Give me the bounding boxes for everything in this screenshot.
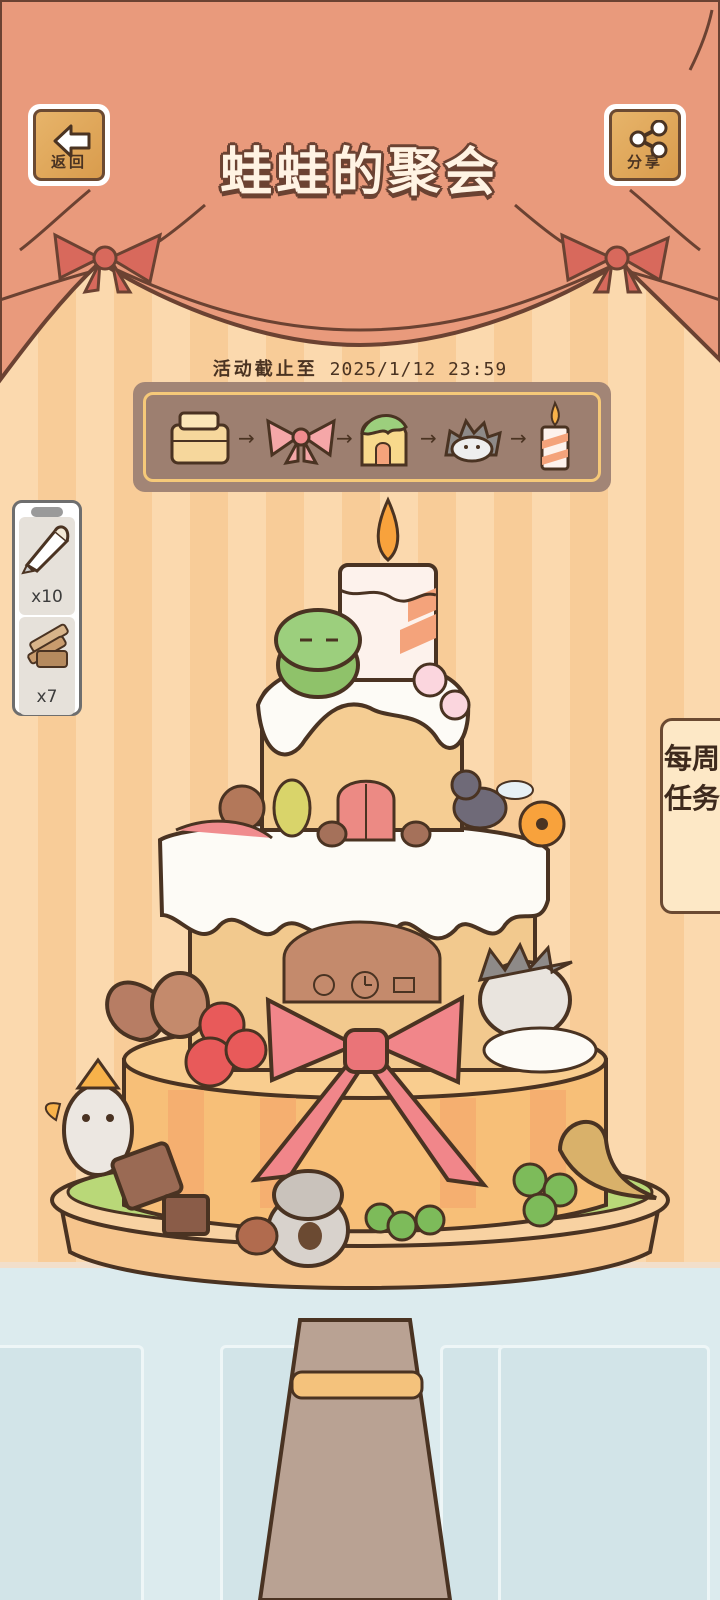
game-scene: 返回 蛙蛙的聚会 分享 活动截止至 2025/1/12 23:59 → → → … <box>0 0 720 1600</box>
cake-stand-column <box>257 1318 453 1600</box>
arrow-right-icon: → <box>238 426 255 450</box>
deadline-value: 2025/1/12 23:59 <box>329 359 508 380</box>
candle-icon <box>540 400 570 471</box>
hamster-character <box>266 1169 350 1268</box>
acorn-decoration <box>235 1216 279 1256</box>
bow-icon <box>266 418 336 465</box>
event-deadline: 活动截止至 2025/1/12 23:59 <box>0 355 720 381</box>
bird-character <box>272 778 312 838</box>
snail-character <box>175 784 273 840</box>
arrow-right-icon: → <box>510 426 527 450</box>
hedgehog-icon <box>444 417 502 463</box>
orange-flower-decoration <box>518 800 566 848</box>
candle-flame <box>376 496 400 562</box>
squirrel-character <box>105 971 210 1043</box>
cake-sign <box>282 920 442 1004</box>
hedgehog-character <box>477 941 573 1040</box>
share-button[interactable]: 分享 <box>604 104 686 186</box>
arrow-right-icon: → <box>420 426 437 450</box>
deadline-label: 活动截止至 <box>212 359 318 380</box>
cake-stand-ring <box>290 1370 424 1400</box>
cake-illustration <box>45 496 670 1600</box>
cream-decoration <box>482 1026 598 1074</box>
arrow-right-icon: → <box>336 426 353 450</box>
frog-character <box>274 608 362 699</box>
cake-house-icon <box>360 414 408 467</box>
decoration-progress: → → → → <box>133 382 611 492</box>
cake-base-icon <box>170 411 230 465</box>
share-icon <box>629 120 668 158</box>
